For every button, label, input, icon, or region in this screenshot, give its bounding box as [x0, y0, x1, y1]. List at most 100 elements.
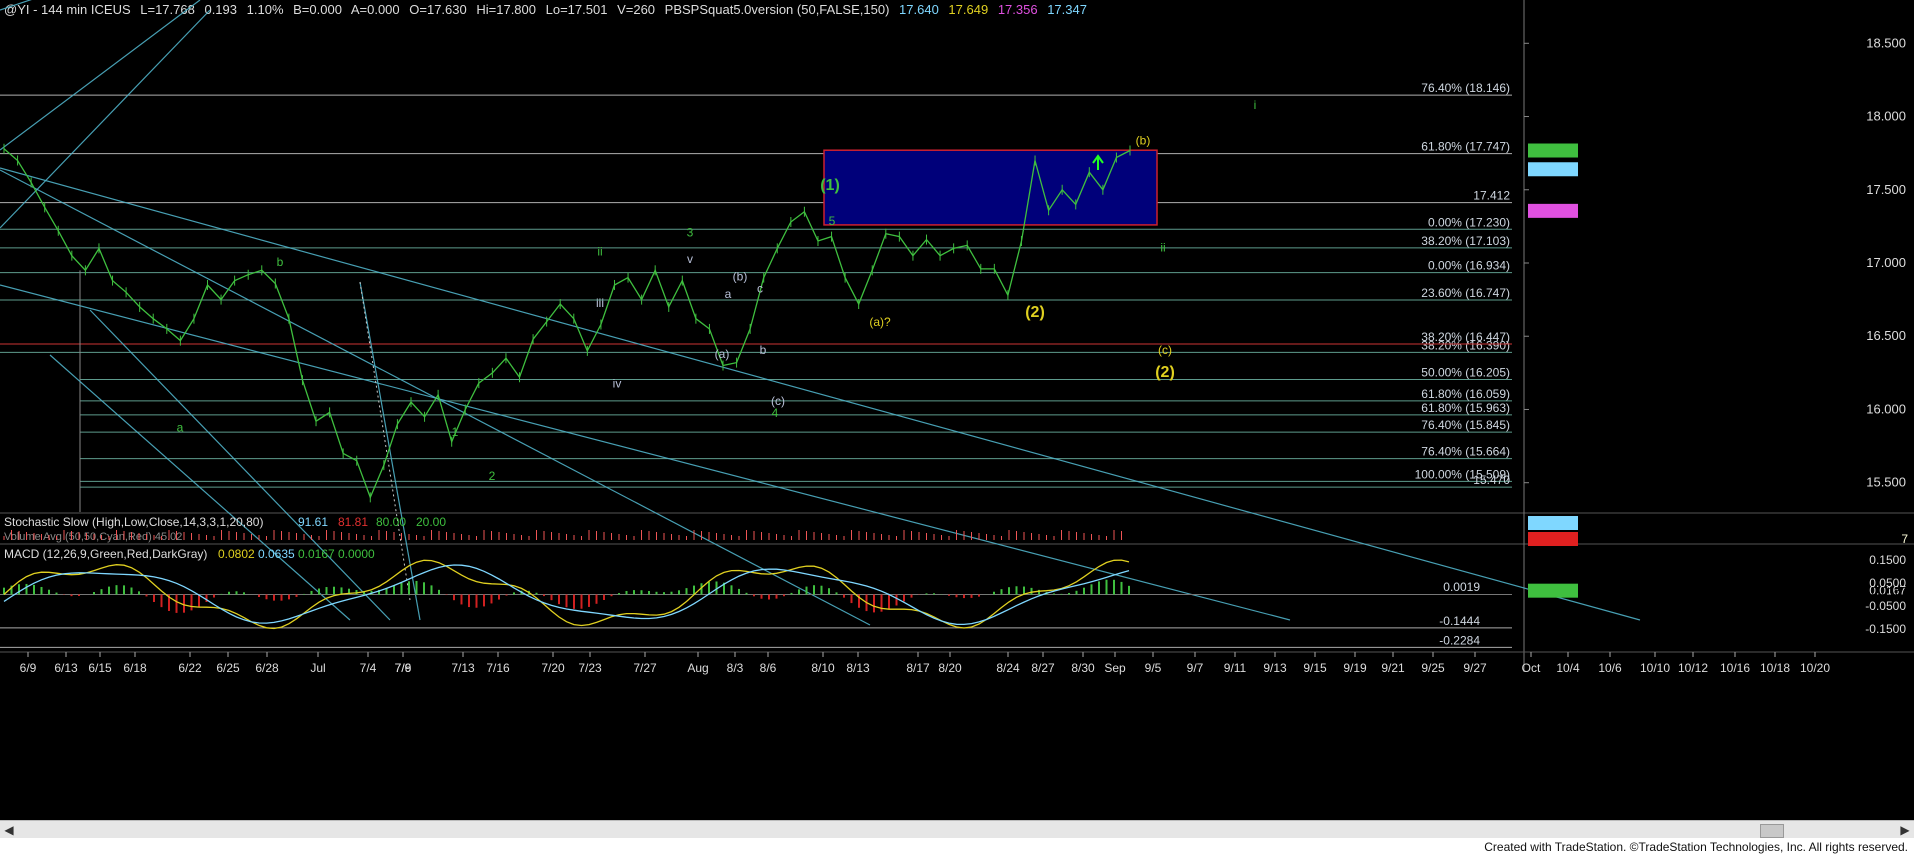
target-zone-box: [823, 149, 1158, 226]
time-tick-label: 8/3: [727, 661, 744, 675]
time-tick-label: Sep: [1104, 661, 1126, 675]
time-tick-label: 10/16: [1720, 661, 1750, 675]
fib-level-label: 61.80% (16.059): [1421, 387, 1510, 401]
stoch-tag2-label: 7: [1901, 532, 1908, 546]
time-tick-label: 7/27: [633, 661, 657, 675]
wave-label: v: [687, 252, 693, 266]
time-tick-label: 8/24: [996, 661, 1020, 675]
time-tick-label: 9/27: [1463, 661, 1487, 675]
gridlines: [0, 0, 1914, 672]
macd-header-value: 0.0635: [258, 547, 295, 561]
wave-label: 1: [452, 425, 459, 439]
fib-level-label: 0.00% (16.934): [1428, 259, 1510, 273]
macd-level-label: -0.1444: [1439, 614, 1480, 628]
time-tick-label: 10/6: [1598, 661, 1622, 675]
macd-header-value: 0.0802: [218, 547, 255, 561]
stoch-title: Stochastic Slow (High,Low,Close,14,3,3,1…: [4, 515, 263, 529]
price-chart[interactable]: 76.40% (18.146) 61.80% (17.747) 17.412 0.00…: [0, 0, 1914, 820]
trend-line: [0, 0, 201, 151]
macd-level-label: 0.0019: [1443, 580, 1480, 594]
time-tick-label: 8/30: [1071, 661, 1095, 675]
time-tick-label: 9/21: [1381, 661, 1405, 675]
macd-tag-label: 0.0167: [1871, 585, 1908, 599]
time-tick-label: 8/27: [1031, 661, 1055, 675]
fib-level-label: 50.00% (16.205): [1421, 365, 1510, 379]
time-tick-label: 9/5: [1145, 661, 1162, 675]
horizontal-scrollbar[interactable]: ◀ ▶: [0, 820, 1914, 839]
time-tick-label: 10/12: [1678, 661, 1708, 675]
stoch-k: 91.61: [298, 515, 328, 529]
time-tick-label: 10/20: [1800, 661, 1830, 675]
stoch-ob: 80.00: [376, 515, 406, 529]
macd-level-label: -0.2284: [1439, 633, 1480, 647]
time-tick-label: 9/19: [1343, 661, 1367, 675]
fib-level-label: 38.20% (16.390): [1421, 338, 1510, 352]
trend-line: [89, 309, 391, 621]
trend-line: [0, 9, 211, 229]
fib-level-label: 76.40% (18.146): [1421, 81, 1510, 95]
wave-label: iv: [613, 377, 622, 391]
price-tick-label: 16.000: [1866, 401, 1906, 416]
macd-panel: MACD (12,26,9,Green,Red,DarkGray) 0.0802 0…: [0, 547, 1908, 648]
time-tick-label: 8/10: [811, 661, 835, 675]
fib-level-label: 0.00% (17.230): [1428, 215, 1510, 229]
wave-label: (2): [1155, 364, 1175, 381]
price-tag-label: 17.640: [1871, 163, 1908, 177]
wave-label: a: [177, 420, 184, 434]
price-tag: [1528, 143, 1578, 158]
time-tick-label: 9/13: [1263, 661, 1287, 675]
fib-level-label: 76.40% (15.664): [1421, 445, 1510, 459]
time-tick-label: 7/9: [395, 661, 412, 675]
price-tag: [1528, 203, 1578, 218]
time-tick-label: Oct: [1522, 661, 1541, 675]
price-tick-label: 18.000: [1866, 109, 1906, 124]
wave-label: 2: [489, 469, 496, 483]
time-tick-label: 6/22: [178, 661, 202, 675]
macd-axis-label: -0.1500: [1865, 622, 1906, 636]
stochastic-panel: Stochastic Slow (High,Low,Close,14,3,3,1…: [3, 515, 1908, 546]
time-axis: 6/9 6/13 6/15 6/18 6/22 6/25 6/28 Jul 7/4 7/67/9 7…: [0, 651, 1914, 675]
time-tick-label: 7/13: [451, 661, 475, 675]
trend-lines: [0, 0, 1641, 626]
wave-label: i: [1254, 98, 1257, 112]
wave-label: ii: [597, 245, 602, 259]
fibonacci-levels: 76.40% (18.146) 61.80% (17.747) 17.412 0.00…: [0, 81, 1512, 512]
wave-label: iii: [596, 296, 604, 310]
wave-label: b: [760, 343, 767, 357]
wave-label: (b): [1136, 133, 1151, 147]
wave-label: (1): [820, 177, 840, 194]
fib-level-label: 38.20% (17.103): [1421, 234, 1510, 248]
fib-level-label: 15.470: [1473, 473, 1510, 487]
scroll-right-icon[interactable]: ▶: [1896, 821, 1914, 839]
time-tick-label: 10/10: [1640, 661, 1670, 675]
macd-header-value: 0.0000: [338, 547, 375, 561]
trend-line: [359, 281, 421, 621]
price-tick-label: 16.500: [1866, 328, 1906, 343]
price-tag-label: 17.356: [1871, 205, 1908, 219]
target-box: [823, 149, 1158, 226]
time-tick-label: 8/17: [906, 661, 930, 675]
time-tick-label: 7/16: [486, 661, 510, 675]
wave-label: 5: [829, 214, 836, 228]
trend-line: [0, 284, 1291, 621]
time-tick-label: 7/4: [360, 661, 377, 675]
time-tick-label: 9/7: [1187, 661, 1204, 675]
macd-axis-label: 0.1500: [1869, 553, 1906, 567]
macd-header-value: 0.0167: [298, 547, 335, 561]
time-tick-label: 6/18: [123, 661, 147, 675]
wave-label: (a): [715, 347, 730, 361]
time-tick-label: 6/28: [255, 661, 279, 675]
wave-label: (c): [1158, 343, 1172, 357]
wave-label: ii: [1160, 240, 1165, 254]
trend-line: [0, 0, 32, 11]
scroll-thumb[interactable]: [1760, 824, 1784, 838]
price-tick-label: 15.500: [1866, 475, 1906, 490]
wave-label: 3: [687, 226, 694, 240]
stoch-d: 81.81: [338, 515, 368, 529]
macd-title: MACD (12,26,9,Green,Red,DarkGray): [4, 547, 207, 561]
time-tick-label: 6/13: [54, 661, 78, 675]
stoch-tag-bg: [1528, 516, 1578, 530]
scroll-left-icon[interactable]: ◀: [0, 821, 18, 839]
wave-label: (c): [771, 394, 785, 408]
stoch-tag2-bg: [1528, 532, 1578, 546]
